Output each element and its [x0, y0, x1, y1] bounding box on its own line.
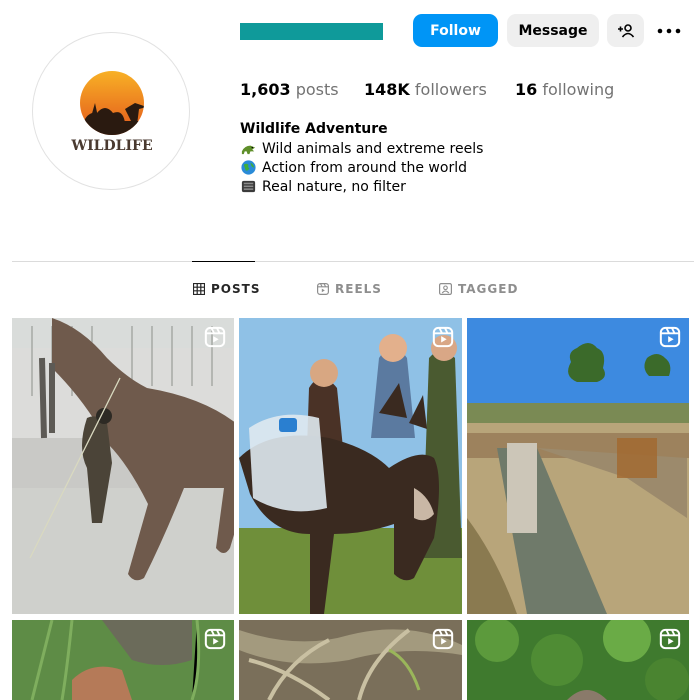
- post-tile[interactable]: [467, 620, 689, 700]
- tab-reels[interactable]: REELS: [317, 282, 382, 296]
- reel-indicator-icon: [432, 628, 454, 650]
- post-thumbnail-foliage: [467, 620, 689, 700]
- crocodile-emoji-icon: [241, 145, 256, 155]
- more-options-icon: [657, 28, 681, 33]
- reel-indicator-icon: [659, 326, 681, 348]
- post-thumbnail-roots: [239, 620, 462, 700]
- tabs-divider: [12, 261, 694, 262]
- reel-indicator-icon: [432, 326, 454, 348]
- post-tile[interactable]: [12, 318, 234, 614]
- post-thumbnail-hands: [12, 620, 234, 700]
- post-thumbnail-camel: [12, 318, 234, 614]
- username-redacted: [240, 23, 383, 40]
- post-tile[interactable]: [12, 620, 234, 700]
- followers-label: followers: [414, 80, 487, 99]
- bio-name: Wildlife Adventure: [240, 121, 388, 137]
- reels-icon: [317, 283, 329, 295]
- followers-count: 148K: [364, 80, 410, 99]
- tab-label: POSTS: [211, 282, 261, 296]
- reel-indicator-icon: [204, 326, 226, 348]
- camera-emoji-icon: [241, 180, 256, 193]
- more-options-button[interactable]: [652, 14, 686, 47]
- following-stat[interactable]: 16 following: [515, 80, 614, 99]
- follow-button[interactable]: Follow: [413, 14, 498, 47]
- post-thumbnail-trough: [467, 318, 689, 614]
- tagged-icon: [439, 283, 452, 295]
- bio-line-text: Action from around the world: [262, 159, 467, 176]
- profile-avatar[interactable]: WILDLIFE: [32, 32, 190, 190]
- post-thumbnail-donkey: [239, 318, 462, 614]
- post-tile[interactable]: [239, 318, 462, 614]
- bio-line: Real nature, no filter: [240, 178, 406, 195]
- reel-indicator-icon: [204, 628, 226, 650]
- bio-line-text: Wild animals and extreme reels: [262, 140, 484, 157]
- tab-label: TAGGED: [458, 282, 519, 296]
- tab-label: REELS: [335, 282, 382, 296]
- followers-stat[interactable]: 148K followers: [364, 80, 487, 99]
- bio-line: Action from around the world: [240, 159, 467, 176]
- post-tile[interactable]: [467, 318, 689, 614]
- globe-emoji-icon: [241, 160, 256, 175]
- add-user-icon: [617, 23, 634, 38]
- message-button[interactable]: Message: [507, 14, 599, 47]
- bio-line-text: Real nature, no filter: [262, 178, 406, 195]
- posts-count: 1,603: [240, 80, 291, 99]
- avatar-logo-text: WILDLIFE: [70, 138, 152, 154]
- active-tab-indicator: [192, 261, 255, 262]
- bio-line: Wild animals and extreme reels: [240, 140, 483, 157]
- reel-indicator-icon: [659, 628, 681, 650]
- grid-icon: [193, 283, 205, 295]
- following-label: following: [542, 80, 615, 99]
- posts-label: posts: [295, 80, 339, 99]
- tab-posts[interactable]: POSTS: [193, 282, 260, 296]
- following-count: 16: [515, 80, 538, 99]
- add-user-button[interactable]: [607, 14, 644, 47]
- tab-tagged[interactable]: TAGGED: [439, 282, 518, 296]
- posts-stat: 1,603 posts: [240, 80, 339, 99]
- post-tile[interactable]: [239, 620, 462, 700]
